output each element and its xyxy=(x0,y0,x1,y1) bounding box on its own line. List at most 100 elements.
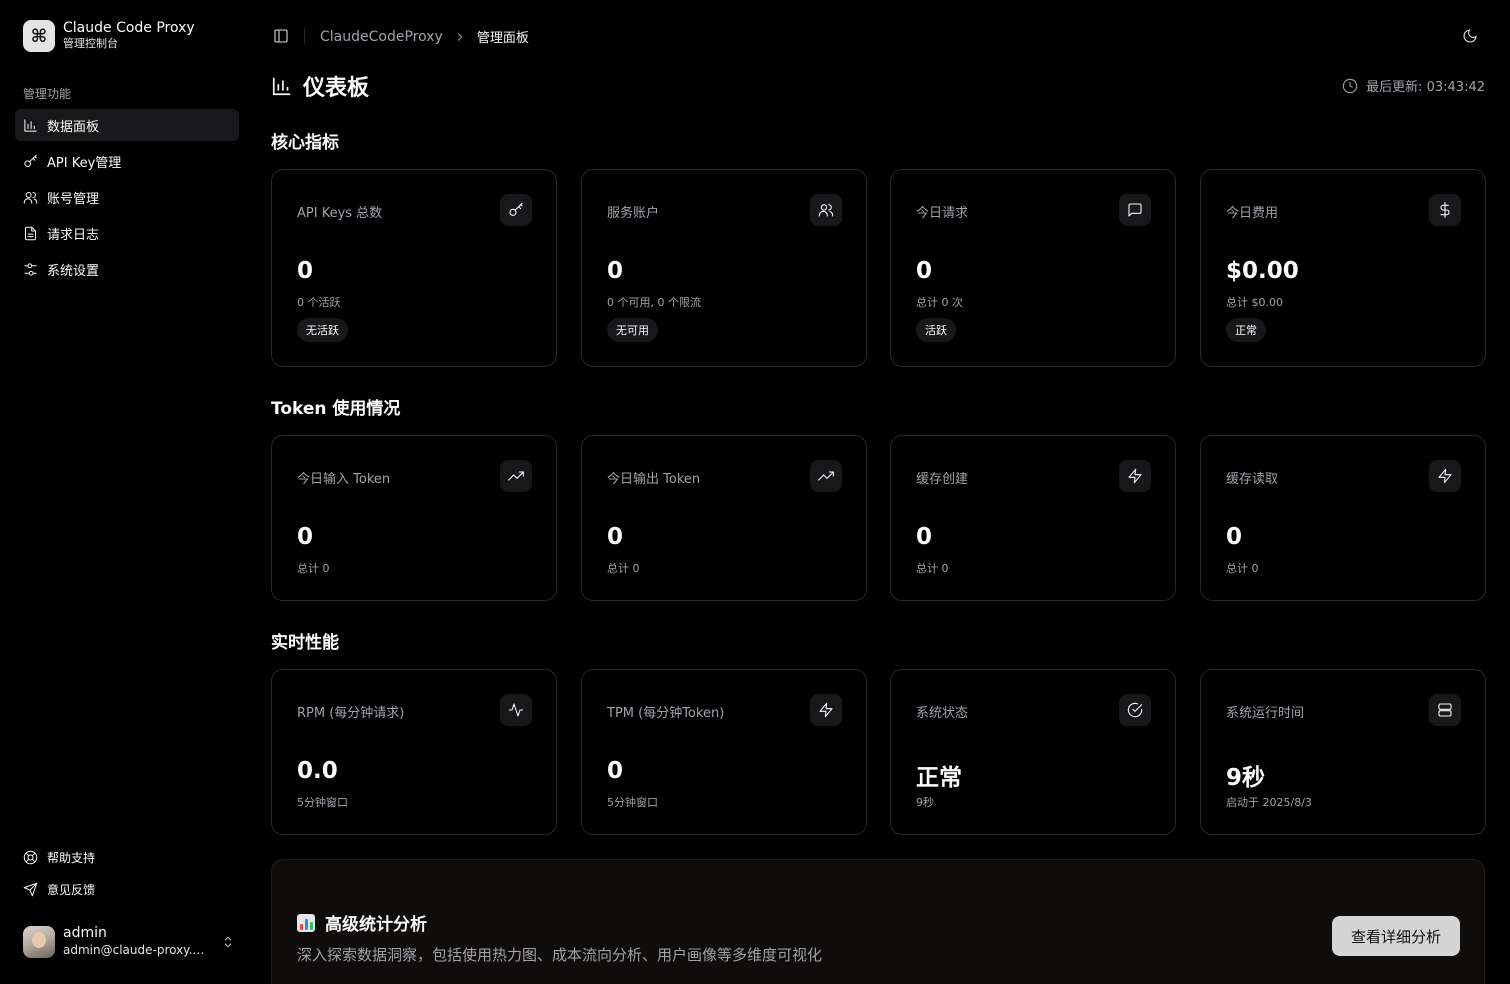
clock-icon xyxy=(1342,78,1358,93)
status-badge: 正常 xyxy=(1226,318,1266,342)
status-badge: 活跃 xyxy=(916,318,956,342)
bar-chart-icon xyxy=(272,77,291,96)
card-label: 系统运行时间 xyxy=(1226,706,1305,721)
card-label: 服务账户 xyxy=(607,206,660,221)
sidebar-item-label: API Key管理 xyxy=(47,155,122,171)
section-title-performance: 实时性能 xyxy=(271,633,339,653)
card-subtext: 总计 0 xyxy=(297,562,330,575)
sidebar-item-label: 数据面板 xyxy=(47,119,100,135)
card-value: $0.00 xyxy=(1226,258,1299,284)
card-value: 0 xyxy=(607,258,624,284)
bar-chart-emoji-icon xyxy=(297,913,315,932)
message-square-icon xyxy=(1128,203,1142,217)
card-subtext: 5分钟窗口 xyxy=(297,796,348,809)
brand[interactable]: ⌘ Claude Code Proxy 管理控制台 xyxy=(23,20,195,52)
card-value: 0 xyxy=(297,258,314,284)
banner-description: 深入探索数据洞察，包括使用热力图、成本流向分析、用户画像等多维度可视化 xyxy=(297,946,823,964)
breadcrumb-root-link[interactable]: ClaudeCodeProxy xyxy=(320,29,443,45)
bar-chart-icon xyxy=(24,118,37,132)
card-value: 0 xyxy=(607,524,624,550)
banner-title-text: 高级统计分析 xyxy=(325,915,427,935)
view-detailed-analytics-button[interactable]: 查看详细分析 xyxy=(1332,916,1460,956)
brand-subtitle: 管理控制台 xyxy=(63,37,118,50)
stat-card-cache-create: 缓存创建 0 总计 0 xyxy=(890,435,1176,601)
card-subtext: 总计 0 xyxy=(607,562,640,575)
chevrons-up-down-icon xyxy=(224,936,232,948)
last-updated-text: 最后更新: 03:43:42 xyxy=(1366,80,1485,95)
card-value: 0 xyxy=(607,758,624,784)
card-value: 0 xyxy=(297,524,314,550)
card-label: TPM (每分钟Token) xyxy=(607,706,725,721)
card-label: API Keys 总数 xyxy=(297,206,383,221)
sidebar-item-label: 系统设置 xyxy=(47,263,100,279)
dollar-icon xyxy=(1440,202,1450,218)
card-value: 9秒 xyxy=(1226,765,1266,791)
card-label: RPM (每分钟请求) xyxy=(297,706,405,721)
card-value: 0 xyxy=(916,258,933,284)
user-menu[interactable]: admin admin@claude-proxy.com xyxy=(23,925,235,959)
users-icon xyxy=(818,204,834,217)
card-label: 系统状态 xyxy=(916,706,969,721)
sidebar: ⌘ Claude Code Proxy 管理控制台 管理功能 数据面板 API … xyxy=(0,0,254,984)
sidebar-item-label: 请求日志 xyxy=(47,227,100,243)
stat-card-system-status: 系统状态 正常 9秒 xyxy=(890,669,1176,835)
avatar xyxy=(23,926,55,958)
card-label: 缓存读取 xyxy=(1226,472,1279,487)
breadcrumb: ClaudeCodeProxy 管理面板 xyxy=(320,27,529,47)
page-title: 仪表板 xyxy=(271,70,369,102)
last-updated: 最后更新: 03:43:42 xyxy=(1342,76,1485,95)
stat-card-output-token: 今日输出 Token 0 总计 0 xyxy=(581,435,867,601)
card-label: 今日输出 Token xyxy=(607,472,701,487)
users-icon xyxy=(23,191,38,204)
sidebar-item-settings[interactable]: 系统设置 xyxy=(15,253,239,285)
stat-card-rpm: RPM (每分钟请求) 0.0 5分钟窗口 xyxy=(271,669,557,835)
header-divider xyxy=(304,28,305,44)
card-label: 今日请求 xyxy=(916,206,969,221)
sidebar-item-label: 帮助支持 xyxy=(47,850,96,865)
card-subtext: 0 个活跃 xyxy=(297,296,341,309)
sidebar-nav: 数据面板 API Key管理 账号管理 请求日志 系统设置 xyxy=(15,109,239,289)
zap-icon xyxy=(1128,468,1142,484)
card-subtext: 总计 $0.00 xyxy=(1226,296,1283,309)
card-label: 今日费用 xyxy=(1226,206,1279,221)
card-subtext: 0 个可用, 0 个限流 xyxy=(607,296,701,309)
stat-card-input-token: 今日输入 Token 0 总计 0 xyxy=(271,435,557,601)
card-subtext: 总计 0 xyxy=(916,562,949,575)
trending-up-icon xyxy=(818,471,834,481)
brand-title: Claude Code Proxy xyxy=(63,20,195,36)
chevron-right-icon xyxy=(457,32,463,41)
sidebar-item-accounts[interactable]: 账号管理 xyxy=(15,181,239,213)
activity-icon xyxy=(508,703,524,717)
section-title-token: Token 使用情况 xyxy=(271,399,401,419)
stat-card-service-accounts: 服务账户 0 0 个可用, 0 个限流 无可用 xyxy=(581,169,867,367)
zap-icon xyxy=(819,702,833,718)
theme-toggle-button[interactable] xyxy=(1462,28,1478,44)
breadcrumb-current: 管理面板 xyxy=(476,31,529,46)
card-subtext: 总计 0 xyxy=(1226,562,1259,575)
advanced-analytics-banner: 高级统计分析 深入探索数据洞察，包括使用热力图、成本流向分析、用户画像等多维度可… xyxy=(271,859,1485,984)
banner-title: 高级统计分析 xyxy=(297,910,427,935)
sidebar-toggle-button[interactable] xyxy=(273,28,289,44)
file-text-icon xyxy=(25,226,36,240)
card-subtext: 启动于 2025/8/3 xyxy=(1226,796,1312,809)
zap-icon xyxy=(1438,468,1452,484)
sidebar-item-feedback[interactable]: 意见反馈 xyxy=(15,875,239,903)
status-badge: 无可用 xyxy=(607,318,658,342)
command-icon: ⌘ xyxy=(23,20,55,52)
panel-left-icon xyxy=(274,29,288,43)
sliders-icon xyxy=(24,262,37,276)
sidebar-item-api-keys[interactable]: API Key管理 xyxy=(15,145,239,177)
sidebar-item-help[interactable]: 帮助支持 xyxy=(15,843,239,871)
trending-up-icon xyxy=(508,471,524,481)
sidebar-item-dashboard[interactable]: 数据面板 xyxy=(15,109,239,141)
section-title-core: 核心指标 xyxy=(271,133,339,153)
card-value: 0.0 xyxy=(297,758,338,784)
top-header: ClaudeCodeProxy 管理面板 xyxy=(254,0,1510,72)
page-title-text: 仪表板 xyxy=(303,76,370,101)
sidebar-item-logs[interactable]: 请求日志 xyxy=(15,217,239,249)
card-value: 0 xyxy=(1226,524,1243,550)
life-buoy-icon xyxy=(23,850,38,864)
card-value: 0 xyxy=(916,524,933,550)
sidebar-item-label: 账号管理 xyxy=(47,191,100,207)
key-icon xyxy=(509,202,523,216)
